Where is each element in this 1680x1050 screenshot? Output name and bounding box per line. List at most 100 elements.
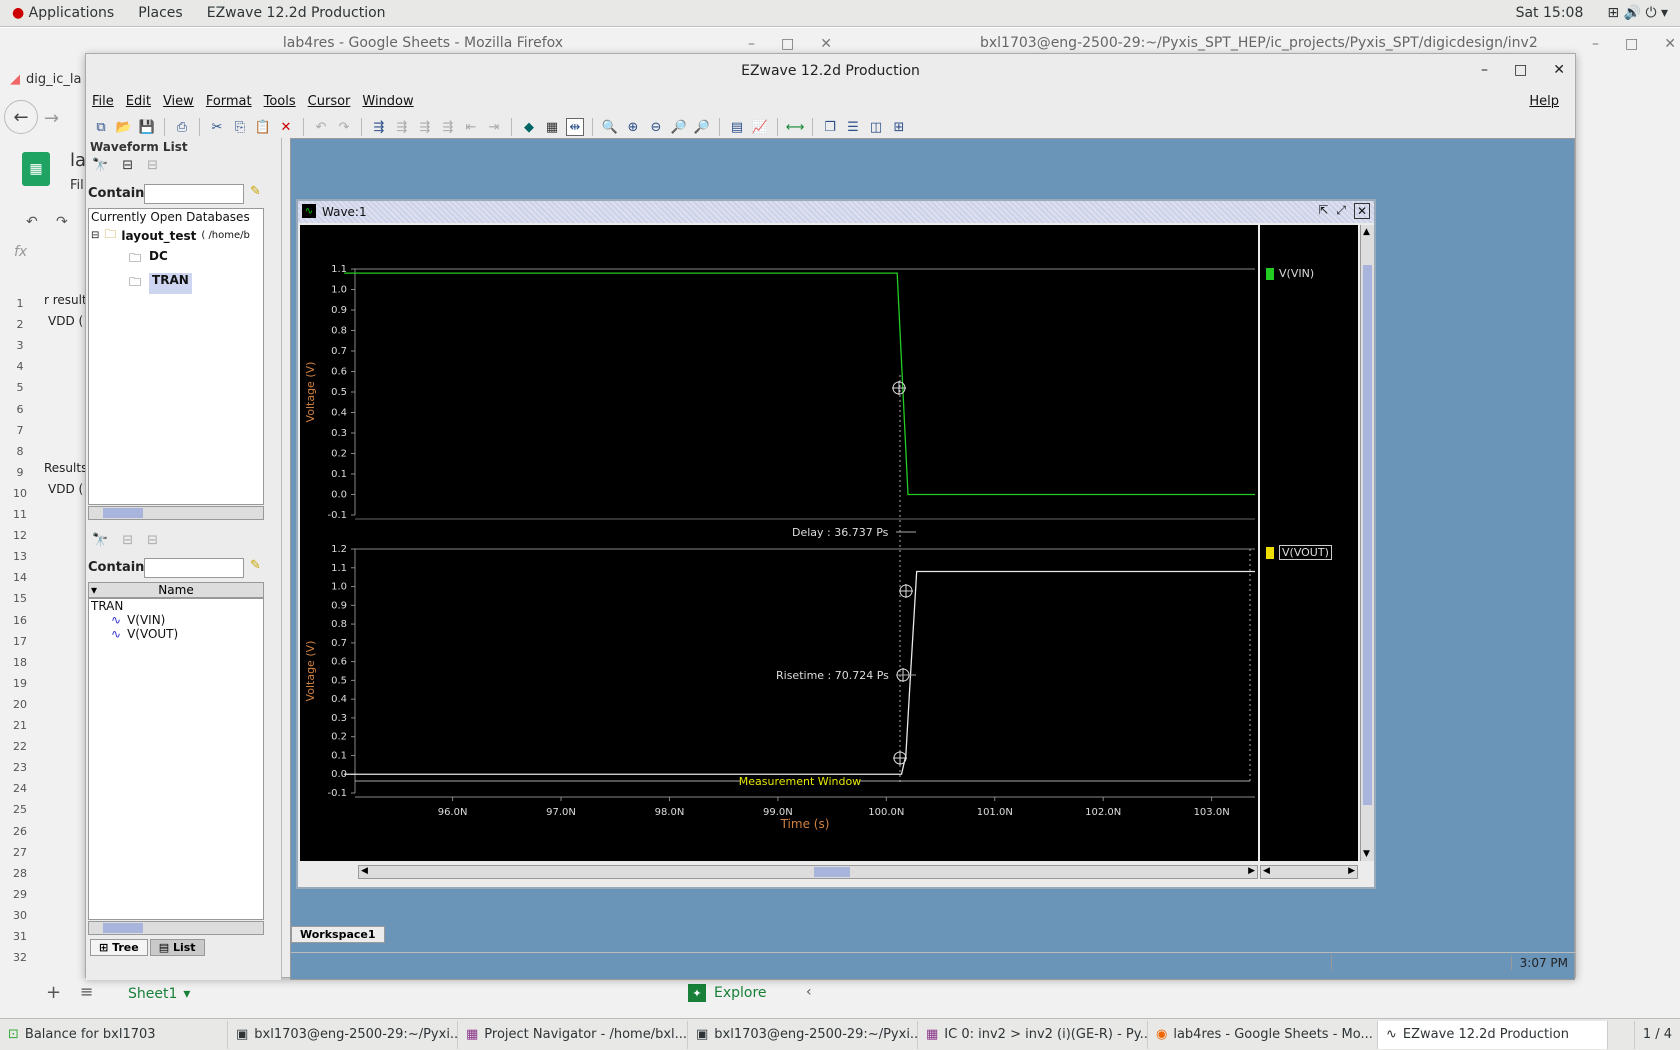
- sheet-title[interactable]: la: [70, 150, 86, 171]
- wave-vertical-scrollbar[interactable]: ▲ ▼: [1360, 225, 1374, 861]
- row-header[interactable]: 2: [0, 318, 40, 331]
- ezwave-window-controls[interactable]: – □ ✕: [1481, 62, 1565, 78]
- folder-dc[interactable]: 🗀 DC: [89, 249, 263, 270]
- add-waveform-icon[interactable]: ⇶: [370, 118, 388, 136]
- zoom-out-icon[interactable]: ⊖: [647, 118, 665, 136]
- zoom-fit-icon[interactable]: 🔍: [601, 118, 619, 136]
- clear-filter-eraser-icon[interactable]: ✎: [250, 558, 261, 573]
- maximize-icon[interactable]: □: [1625, 36, 1638, 52]
- close-icon[interactable]: ✕: [1353, 203, 1370, 219]
- row-header[interactable]: 11: [0, 508, 40, 521]
- scrollbar-thumb[interactable]: [103, 923, 143, 933]
- contains-filter-upper-input[interactable]: [144, 184, 244, 204]
- maximize-icon[interactable]: ⤢: [1336, 203, 1346, 219]
- minimize-icon[interactable]: –: [1481, 62, 1488, 78]
- add-cursor-icon[interactable]: ◆: [520, 118, 538, 136]
- applications-menu[interactable]: ● Applications: [0, 5, 126, 21]
- legend-item-vout[interactable]: V(VOUT): [1266, 545, 1332, 560]
- row-header[interactable]: 6: [0, 403, 40, 416]
- menu-file[interactable]: File: [86, 94, 120, 109]
- scroll-down-icon[interactable]: ▼: [1363, 849, 1370, 859]
- browser-tab[interactable]: ◢ dig_ic_la: [10, 72, 81, 87]
- scroll-left-icon[interactable]: ◀: [361, 866, 368, 876]
- zoom-previous-icon[interactable]: 🔎: [693, 118, 711, 136]
- scrollbar-thumb[interactable]: [103, 508, 143, 518]
- legend-item-vin[interactable]: V(VIN): [1266, 267, 1314, 280]
- collapse-tree-icon[interactable]: ⊟: [147, 533, 158, 548]
- scroll-right-icon[interactable]: ▶: [1348, 866, 1355, 876]
- row-header[interactable]: 12: [0, 529, 40, 542]
- upper-horizontal-scrollbar[interactable]: [88, 506, 264, 520]
- workspace-pager[interactable]: 1 / 4: [1633, 1020, 1680, 1049]
- clock[interactable]: Sat 15:08: [1504, 5, 1596, 21]
- split-icon[interactable]: ⇶: [439, 118, 457, 136]
- row-header[interactable]: 10: [0, 487, 40, 500]
- tile-vertical-icon[interactable]: ◫: [867, 118, 885, 136]
- paste-icon[interactable]: 📋: [254, 118, 272, 136]
- cascade-icon[interactable]: ❐: [821, 118, 839, 136]
- active-app-label[interactable]: EZwave 12.2d Production: [195, 5, 398, 21]
- row-header[interactable]: 19: [0, 677, 40, 690]
- delay-measure-icon[interactable]: ⟷: [786, 118, 805, 136]
- find-icon[interactable]: 🔭: [92, 158, 108, 173]
- name-column-header[interactable]: ▾ Name: [88, 582, 264, 598]
- maximize-icon[interactable]: □: [781, 36, 794, 52]
- plot-area[interactable]: 1.1 1.0 0.9 0.8 0.7 0.6 0.5 0.4 0.3 0.2 0.1 0.0 -0.1…: [300, 225, 1258, 861]
- tab-workspace1[interactable]: Workspace1: [291, 926, 385, 943]
- firefox-window-controls[interactable]: – □ ✕: [748, 36, 832, 52]
- tile-horizontal-icon[interactable]: ☰: [844, 118, 862, 136]
- delete-icon[interactable]: ✕: [277, 118, 295, 136]
- task-project-navigator[interactable]: ▦ Project Navigator - /home/bxl...: [458, 1020, 688, 1049]
- expand-tree-icon[interactable]: ⊟: [122, 158, 133, 173]
- measurement-icon[interactable]: 📈: [751, 118, 769, 136]
- row-header[interactable]: 4: [0, 360, 40, 373]
- waveform-plot-svg[interactable]: 1.1 1.0 0.9 0.8 0.7 0.6 0.5 0.4 0.3 0.2 0.1 0.0 -0.1…: [300, 225, 1258, 861]
- row-header[interactable]: 24: [0, 782, 40, 795]
- folder-tran[interactable]: 🗀 TRAN: [89, 273, 263, 294]
- row-header[interactable]: 14: [0, 571, 40, 584]
- row-header[interactable]: 9: [0, 466, 40, 479]
- scroll-up-icon[interactable]: ▲: [1363, 227, 1370, 237]
- cell-a10[interactable]: VDD (: [48, 482, 83, 496]
- row-header[interactable]: 28: [0, 867, 40, 880]
- menu-edit[interactable]: Edit: [120, 94, 157, 109]
- wave-horizontal-scrollbar[interactable]: ◀ ▶: [358, 865, 1258, 879]
- row-header[interactable]: 1: [0, 297, 40, 310]
- tab-tree[interactable]: ⊞ Tree: [90, 939, 148, 956]
- signal-vout[interactable]: ∿ V(VOUT): [89, 627, 263, 641]
- task-terminal-2[interactable]: ▣ bxl1703@eng-2500-29:~/Pyxi...: [688, 1020, 918, 1049]
- row-header[interactable]: 30: [0, 909, 40, 922]
- calculator-icon[interactable]: ▤: [728, 118, 746, 136]
- system-tray[interactable]: ⊞ 🔊 ⏻ ▾: [1595, 5, 1680, 21]
- row-header[interactable]: 5: [0, 381, 40, 394]
- add-sheet-icon[interactable]: +: [46, 982, 61, 1003]
- cursor-mode-icon[interactable]: ⇹: [566, 118, 584, 136]
- sort-icon[interactable]: ▾: [91, 583, 97, 597]
- sheet-tab[interactable]: Sheet1 ▾: [128, 986, 190, 1002]
- redo-icon[interactable]: ↷: [56, 214, 68, 230]
- lower-horizontal-scrollbar[interactable]: [88, 921, 264, 935]
- row-header[interactable]: 16: [0, 614, 40, 627]
- task-terminal-1[interactable]: ▣ bxl1703@eng-2500-29:~/Pyxi...: [228, 1020, 458, 1049]
- row-header[interactable]: 17: [0, 635, 40, 648]
- places-menu[interactable]: Places: [126, 5, 195, 21]
- collapse-panel-icon[interactable]: ‹: [806, 984, 812, 1000]
- stack-icon[interactable]: ⇶: [416, 118, 434, 136]
- scrollbar-thumb[interactable]: [1363, 265, 1372, 805]
- menu-help[interactable]: Help: [1523, 94, 1565, 109]
- row-header[interactable]: 18: [0, 656, 40, 669]
- cut-icon[interactable]: ✂: [208, 118, 226, 136]
- new-window-icon[interactable]: ⧉: [92, 118, 110, 136]
- collapse-toggle-icon[interactable]: ⊟: [91, 230, 99, 241]
- row-header[interactable]: 13: [0, 550, 40, 563]
- row-header[interactable]: 27: [0, 846, 40, 859]
- undo-icon[interactable]: ↶: [312, 118, 330, 136]
- open-icon[interactable]: 📂: [115, 118, 133, 136]
- row-header[interactable]: 8: [0, 445, 40, 458]
- row-header[interactable]: 21: [0, 719, 40, 732]
- find-icon[interactable]: 🔭: [92, 533, 108, 548]
- print-icon[interactable]: ⎙: [173, 118, 191, 136]
- signal-vin[interactable]: ∿ V(VIN): [89, 613, 263, 627]
- minimize-icon[interactable]: –: [748, 36, 755, 52]
- close-icon[interactable]: ✕: [1664, 36, 1676, 52]
